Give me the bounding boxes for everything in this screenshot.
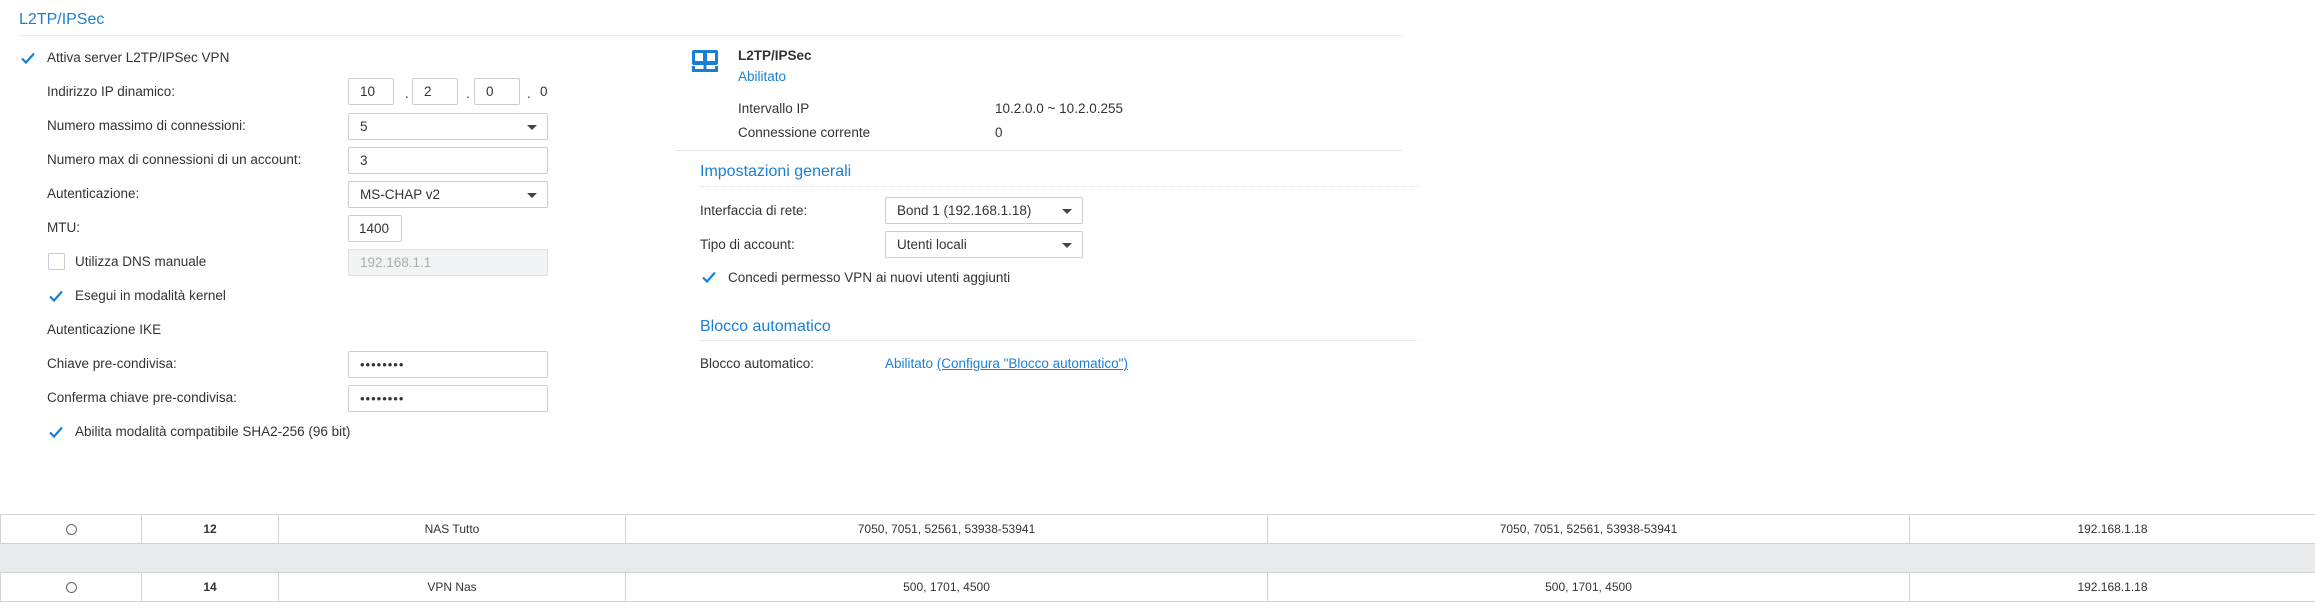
- section-divider: [700, 340, 1420, 341]
- grant-vpn-label: Concedi permesso VPN ai nuovi utenti agg…: [728, 270, 1011, 285]
- rule-name: NAS Tutto: [278, 514, 626, 544]
- rule-ports-private: 500, 1701, 4500: [1267, 572, 1910, 602]
- server-network-icon: [691, 49, 719, 75]
- max-account-connections-input[interactable]: 3: [348, 147, 548, 174]
- network-interface-label: Interfaccia di rete:: [700, 203, 808, 218]
- autoblock-value: Abilitato: [885, 356, 934, 371]
- dynamic-ip-label: Indirizzo IP dinamico:: [47, 84, 176, 99]
- account-type-select[interactable]: Utenti locali: [885, 231, 1083, 258]
- psk-label: Chiave pre-condivisa:: [47, 356, 177, 371]
- max-connections-value: 5: [360, 119, 368, 134]
- kernel-mode-checkbox[interactable]: [47, 287, 65, 305]
- status-title: L2TP/IPSec: [738, 48, 812, 63]
- account-type-label: Tipo di account:: [700, 237, 795, 252]
- row-select-cell[interactable]: [0, 514, 142, 544]
- max-connections-select[interactable]: 5: [348, 113, 548, 140]
- ip-range-label: Intervallo IP: [738, 101, 810, 116]
- manual-dns-label: Utilizza DNS manuale: [75, 254, 207, 269]
- section-title-autoblock: Blocco automatico: [700, 318, 831, 335]
- mtu-input[interactable]: 1400: [348, 215, 402, 242]
- row-select-cell[interactable]: [0, 572, 142, 602]
- autoblock-status: Abilitato (Configura "Blocco automatico"…: [885, 356, 1128, 371]
- sha2-mode-label: Abilita modalità compatibile SHA2-256 (9…: [75, 424, 351, 439]
- rule-ip: 192.168.1.18: [1909, 514, 2315, 544]
- row-radio[interactable]: [65, 524, 77, 536]
- section-title-general: Impostazioni generali: [700, 163, 852, 180]
- rule-ports: 500, 1701, 4500: [625, 572, 1268, 602]
- psk-input[interactable]: ••••••••: [348, 351, 548, 378]
- ip-separator: .: [527, 86, 531, 101]
- enable-server-label: Attiva server L2TP/IPSec VPN: [47, 50, 230, 65]
- rule-id: 12: [141, 514, 279, 544]
- ike-auth-heading: Autenticazione IKE: [47, 322, 162, 337]
- table-row[interactable]: 14 VPN Nas 500, 1701, 4500 500, 1701, 45…: [0, 572, 2315, 602]
- mtu-label: MTU:: [47, 220, 80, 235]
- status-badge: Abilitato: [738, 69, 787, 84]
- chevron-down-icon: [527, 193, 537, 198]
- table-row-spacer: [0, 543, 2315, 573]
- account-type-value: Utenti locali: [897, 237, 967, 252]
- network-interface-value: Bond 1 (192.168.1.18): [897, 203, 1032, 218]
- psk-confirm-label: Conferma chiave pre-condivisa:: [47, 390, 237, 405]
- chevron-down-icon: [527, 125, 537, 130]
- kernel-mode-label: Esegui in modalità kernel: [75, 288, 226, 303]
- configure-autoblock-link[interactable]: (Configura "Blocco automatico"): [937, 356, 1128, 371]
- rule-ports: 7050, 7051, 52561, 53938-53941: [625, 514, 1268, 544]
- chevron-down-icon: [1062, 243, 1072, 248]
- rule-ports-private: 7050, 7051, 52561, 53938-53941: [1267, 514, 1910, 544]
- rule-id: 14: [141, 572, 279, 602]
- manual-dns-input[interactable]: 192.168.1.1: [348, 249, 548, 276]
- check-icon: [702, 271, 716, 284]
- check-icon: [21, 52, 35, 65]
- rule-ip: 192.168.1.18: [1909, 572, 2315, 602]
- table-row[interactable]: 12 NAS Tutto 7050, 7051, 52561, 53938-53…: [0, 514, 2315, 544]
- row-radio[interactable]: [65, 582, 77, 594]
- rules-table: 12 NAS Tutto 7050, 7051, 52561, 53938-53…: [0, 514, 2315, 602]
- network-interface-select[interactable]: Bond 1 (192.168.1.18): [885, 197, 1083, 224]
- enable-server-checkbox[interactable]: [19, 49, 37, 67]
- current-connections-value: 0: [995, 125, 1003, 140]
- psk-confirm-input[interactable]: ••••••••: [348, 385, 548, 412]
- ip-octet-3[interactable]: 0: [474, 78, 520, 105]
- authentication-value: MS-CHAP v2: [360, 187, 441, 202]
- autoblock-label: Blocco automatico:: [700, 356, 815, 371]
- ip-octet-2[interactable]: 2: [412, 78, 458, 105]
- section-divider: [19, 35, 1402, 36]
- authentication-select[interactable]: MS-CHAP v2: [348, 181, 548, 208]
- rule-name: VPN Nas: [278, 572, 626, 602]
- authentication-label: Autenticazione:: [47, 186, 140, 201]
- grant-vpn-checkbox[interactable]: [700, 268, 718, 286]
- section-title-l2tp: L2TP/IPSec: [19, 11, 105, 28]
- sha2-mode-checkbox[interactable]: [47, 423, 65, 441]
- ip-separator: .: [405, 86, 409, 101]
- chevron-down-icon: [1062, 209, 1072, 214]
- manual-dns-checkbox[interactable]: [48, 253, 65, 270]
- check-icon: [49, 426, 63, 439]
- status-divider: [676, 150, 1402, 151]
- current-connections-label: Connessione corrente: [738, 125, 871, 140]
- max-connections-label: Numero massimo di connessioni:: [47, 118, 246, 133]
- ip-separator: .: [466, 86, 470, 101]
- check-icon: [49, 290, 63, 303]
- section-divider: [700, 186, 1420, 187]
- ip-octet-4: 0: [540, 84, 548, 99]
- ip-range-value: 10.2.0.0 ~ 10.2.0.255: [995, 101, 1123, 116]
- ip-octet-1[interactable]: 10: [348, 78, 394, 105]
- max-account-connections-label: Numero max di connessioni di un account:: [47, 152, 302, 167]
